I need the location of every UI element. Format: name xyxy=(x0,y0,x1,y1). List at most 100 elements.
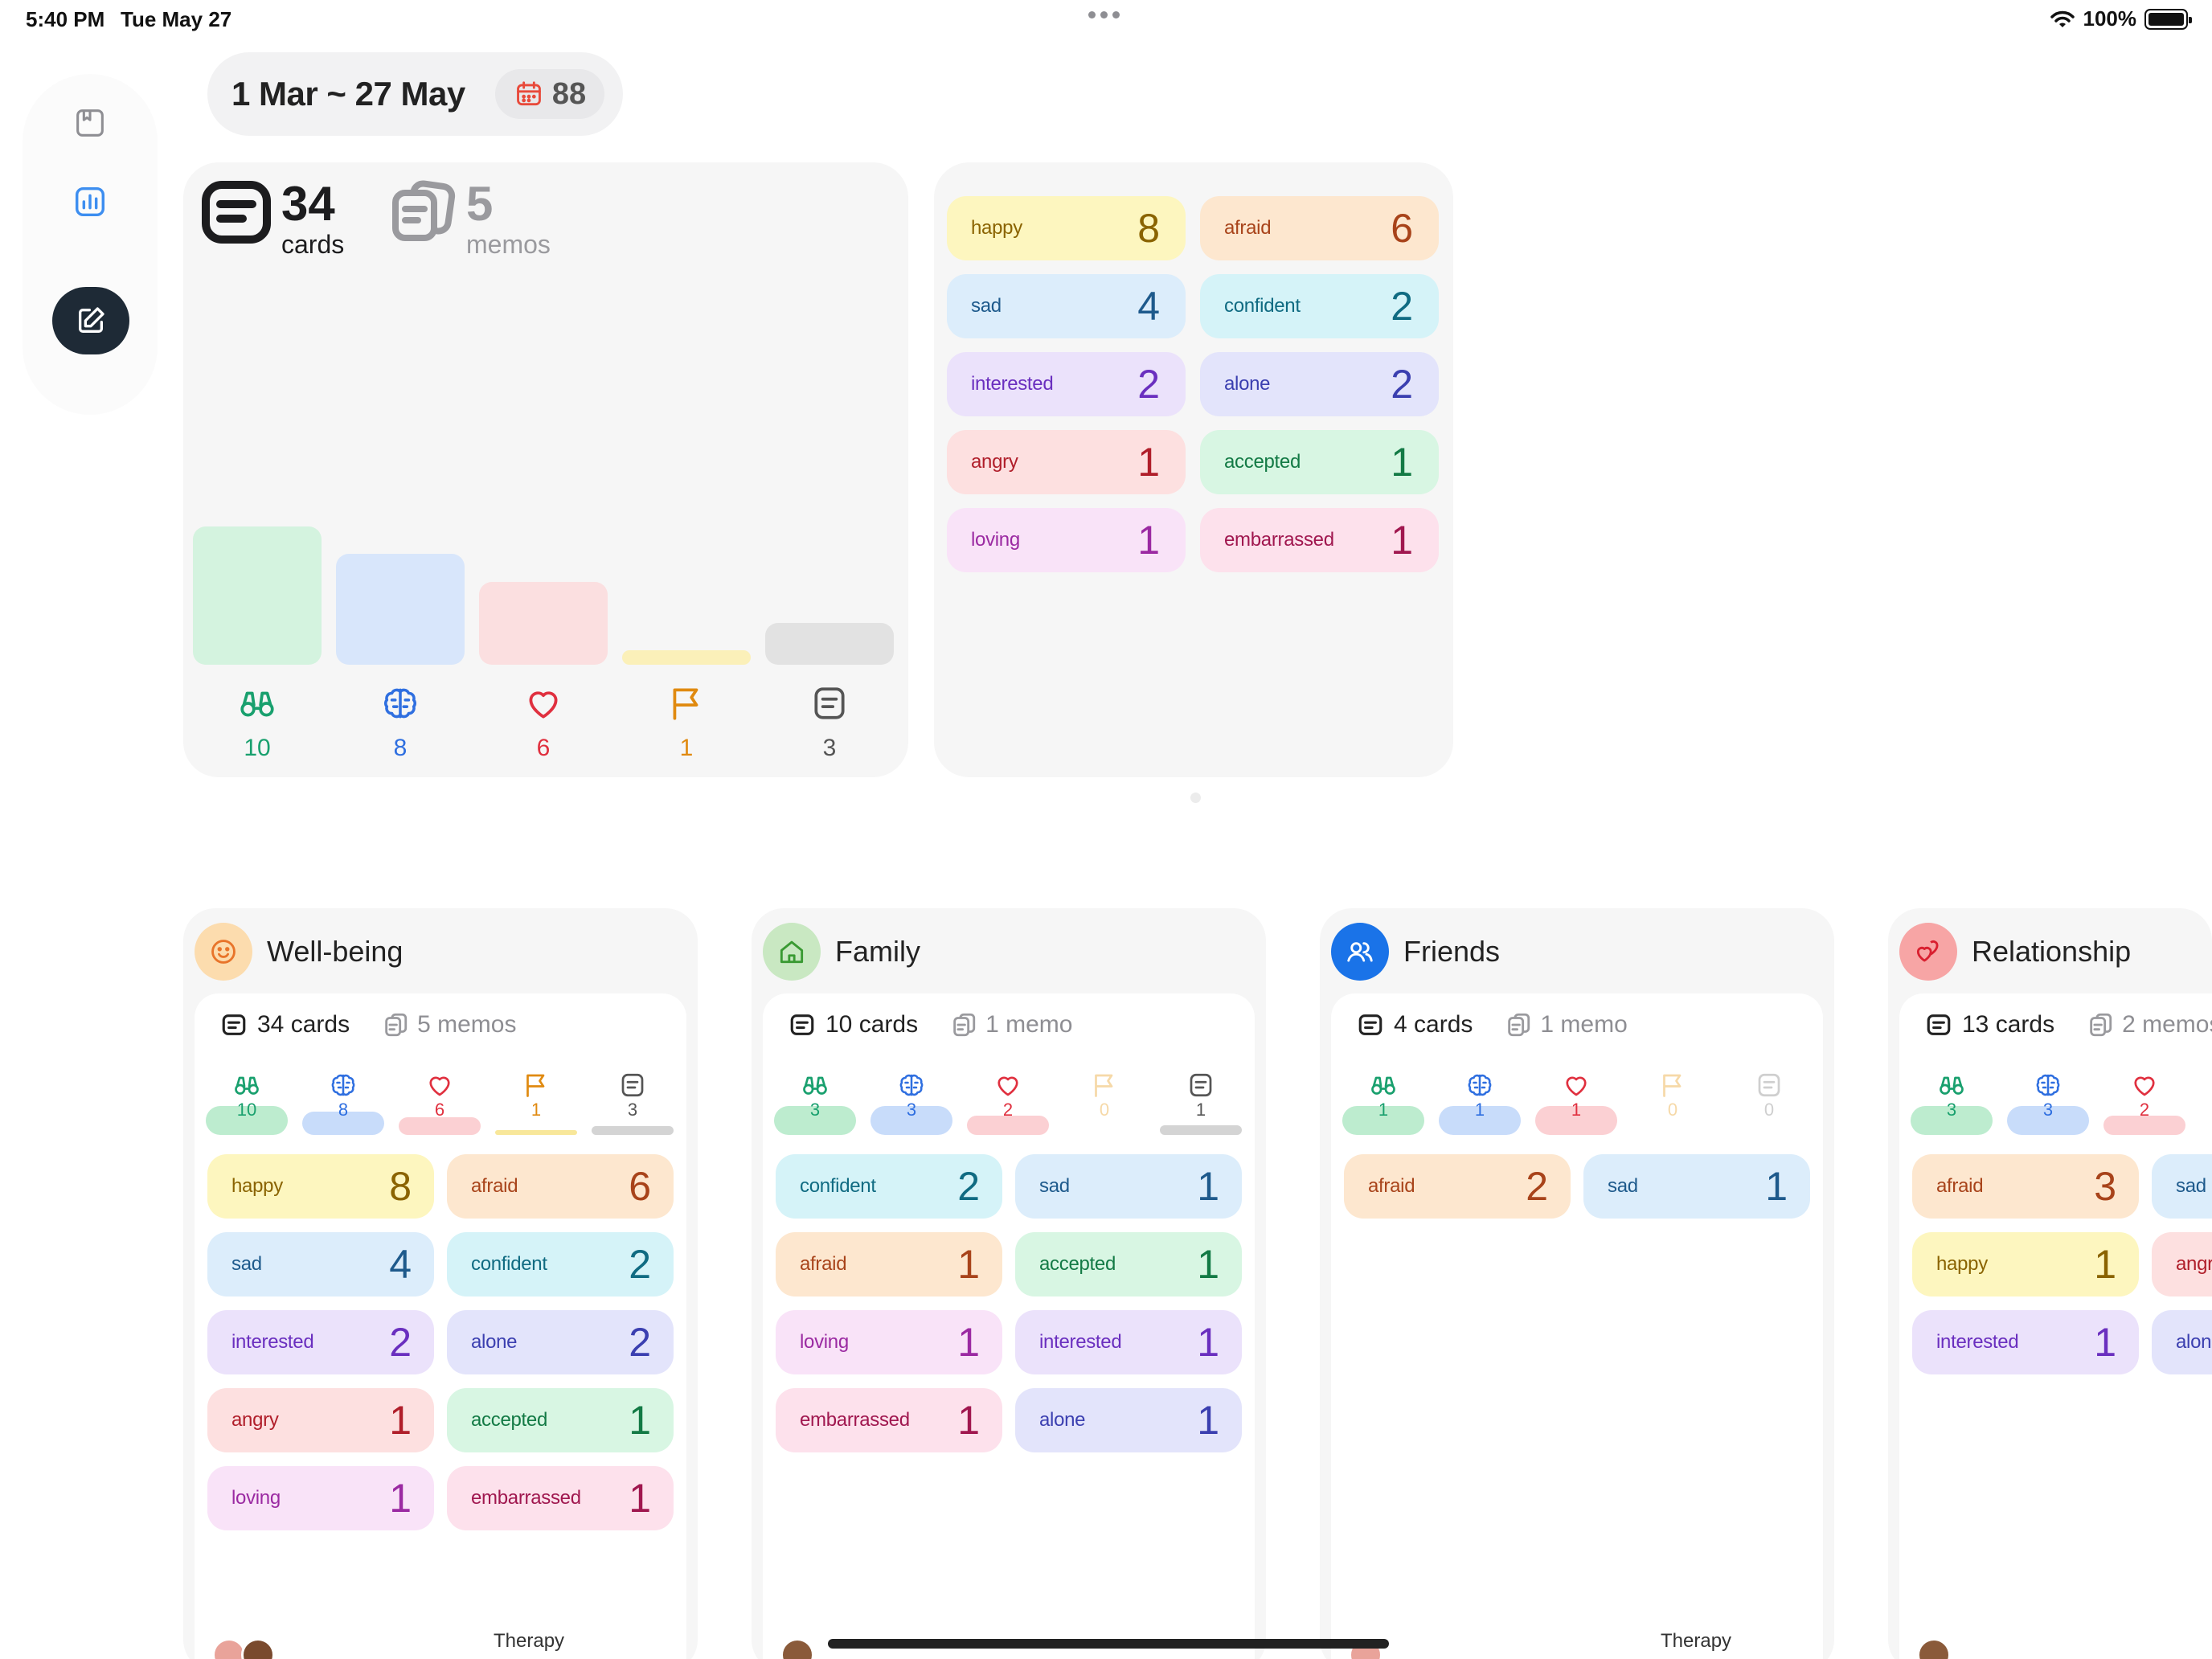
emotion-chip-happy[interactable]: happy 8 xyxy=(947,196,1186,260)
emotion-chip-embarrassed[interactable]: embarrassed 1 xyxy=(447,1466,674,1530)
category-memos-count: 1 memo xyxy=(985,1011,1073,1038)
mini-stat-flag: 0 xyxy=(1063,1071,1145,1135)
emotion-count: 1 xyxy=(389,1476,412,1521)
multitasking-dots-icon[interactable] xyxy=(1088,11,1120,18)
emotion-count: 1 xyxy=(957,1320,980,1365)
emotion-count: 2 xyxy=(1391,362,1413,407)
category-cards-count: 10 cards xyxy=(825,1011,919,1038)
mini-stat-binoculars: 3 xyxy=(774,1071,856,1135)
mini-stat-flag xyxy=(2200,1071,2212,1135)
emotion-label: angry xyxy=(2176,1253,2212,1275)
category-cards-count: 4 cards xyxy=(1394,1011,1473,1038)
emotion-chip-confident[interactable]: confident 2 xyxy=(447,1232,674,1296)
emotion-label: alone xyxy=(471,1331,518,1353)
mini-stat-binoculars: 3 xyxy=(1911,1071,1993,1135)
emotion-chip-happy[interactable]: happy 8 xyxy=(207,1154,434,1219)
emotion-chip-afraid[interactable]: afraid 1 xyxy=(776,1232,1002,1296)
emotion-chip-interested[interactable]: interested 2 xyxy=(207,1310,434,1374)
emotion-label: embarrassed xyxy=(1224,529,1334,551)
bar-rect xyxy=(622,650,751,665)
mini-stat-brain: 3 xyxy=(2007,1071,2089,1135)
emotion-chip-confident[interactable]: confident 2 xyxy=(776,1154,1002,1219)
emotion-chip-loving[interactable]: loving 1 xyxy=(207,1466,434,1530)
emotion-chip-accepted[interactable]: accepted 1 xyxy=(1200,430,1439,494)
emotion-count: 4 xyxy=(389,1242,412,1287)
emotion-count: 8 xyxy=(1137,206,1160,251)
emotion-chip-accepted[interactable]: accepted 1 xyxy=(1015,1232,1242,1296)
mini-bar xyxy=(495,1130,577,1135)
emotion-chip-alone[interactable]: alone 2 xyxy=(1200,352,1439,416)
category-card-relationship[interactable]: Relationship 13 cards 2 memos 3 3 2 afraid 3 sad… xyxy=(1888,908,2212,1659)
emotion-count: 8 xyxy=(389,1164,412,1209)
emotion-chip-accepted[interactable]: accepted 1 xyxy=(447,1388,674,1452)
category-memos-count: 2 memos xyxy=(2122,1011,2212,1038)
emotion-count: 1 xyxy=(2094,1242,2116,1287)
emotion-count: 2 xyxy=(1526,1164,1548,1209)
emotion-chip-confident[interactable]: confident 2 xyxy=(1200,274,1439,338)
emotion-chip-alone[interactable]: alone 2 xyxy=(447,1310,674,1374)
mini-stat-heart: 2 xyxy=(967,1071,1049,1135)
hearts-icon xyxy=(1899,923,1957,981)
rail-stats-button[interactable] xyxy=(72,183,109,220)
emotion-chip-alone[interactable]: alone xyxy=(2152,1310,2212,1374)
emotion-label: sad xyxy=(971,295,1002,317)
card-icon xyxy=(1927,1014,1951,1035)
emotion-chip-angry[interactable]: angry 1 xyxy=(947,430,1186,494)
emotion-chip-sad[interactable]: sad 4 xyxy=(947,274,1186,338)
emotion-chip-sad[interactable]: sad 1 xyxy=(1015,1154,1242,1219)
emotion-chip-interested[interactable]: interested 1 xyxy=(1015,1310,1242,1374)
emotion-chip-interested[interactable]: interested 1 xyxy=(1912,1310,2139,1374)
emotion-count: 2 xyxy=(629,1320,651,1365)
compose-button[interactable] xyxy=(52,287,129,354)
emotion-label: interested xyxy=(971,373,1054,395)
emotion-chip-alone[interactable]: alone 1 xyxy=(1015,1388,1242,1452)
emotion-label: happy xyxy=(231,1175,283,1197)
mini-stat-brain: 1 xyxy=(1439,1071,1521,1135)
emotion-chip-happy[interactable]: happy 1 xyxy=(1912,1232,2139,1296)
emotion-label: confident xyxy=(471,1253,547,1275)
rail-cards-button[interactable] xyxy=(72,104,109,141)
emotion-chip-embarrassed[interactable]: embarrassed 1 xyxy=(1200,508,1439,572)
category-card-well-being[interactable]: Well-being 34 cards 5 memos 10 8 6 1 3 happy 8 afr… xyxy=(183,908,698,1659)
emotion-chip-sad[interactable]: sad 4 xyxy=(207,1232,434,1296)
category-card-family[interactable]: Family 10 cards 1 memo 3 3 2 0 1 confident 2 sad 1 a… xyxy=(752,908,1266,1659)
category-counts: 13 cards 2 memos xyxy=(1925,1011,2212,1038)
emotion-label: angry xyxy=(971,451,1018,473)
emotion-label: embarrassed xyxy=(800,1409,910,1431)
page-indicator-dot xyxy=(1190,793,1201,803)
category-header: Family xyxy=(763,923,920,981)
category-counts: 4 cards 1 memo xyxy=(1357,1011,1628,1038)
status-bar: 5:40 PM Tue May 27 100% xyxy=(0,0,2212,39)
date-range-selector[interactable]: 1 Mar ~ 27 May 88 xyxy=(207,52,623,136)
home-indicator[interactable] xyxy=(828,1639,1389,1649)
emotion-chip-sad[interactable]: sad xyxy=(2152,1154,2212,1219)
emotion-label: confident xyxy=(1224,295,1301,317)
emotion-chip-afraid[interactable]: afraid 6 xyxy=(1200,196,1439,260)
mini-stat-note: 1 xyxy=(1160,1071,1242,1135)
emotion-chip-angry[interactable]: angry xyxy=(2152,1232,2212,1296)
emotion-chip-afraid[interactable]: afraid 3 xyxy=(1912,1154,2139,1219)
mini-stat-binoculars: 10 xyxy=(206,1071,288,1135)
emotion-label: sad xyxy=(1039,1175,1070,1197)
emotion-label: sad xyxy=(2176,1175,2206,1197)
emotion-chip-interested[interactable]: interested 2 xyxy=(947,352,1186,416)
emotion-chip-loving[interactable]: loving 1 xyxy=(776,1310,1002,1374)
date-range-label: 1 Mar ~ 27 May xyxy=(231,75,465,113)
category-card-friends[interactable]: Friends 4 cards 1 memo 1 1 1 0 0 afraid 2 sad 1 Ther… xyxy=(1320,908,1834,1659)
bar-column: 1 xyxy=(622,162,751,777)
emotion-chip-embarrassed[interactable]: embarrassed 1 xyxy=(776,1388,1002,1452)
emotion-chip-loving[interactable]: loving 1 xyxy=(947,508,1186,572)
emotion-chip-afraid[interactable]: afraid 6 xyxy=(447,1154,674,1219)
bar-value: 8 xyxy=(393,735,408,761)
mini-value: 1 xyxy=(1195,1100,1206,1120)
emotion-label: loving xyxy=(971,529,1020,551)
emotion-chip-sad[interactable]: sad 1 xyxy=(1583,1154,1810,1219)
emotion-count: 3 xyxy=(2094,1164,2116,1209)
emotion-chip-angry[interactable]: angry 1 xyxy=(207,1388,434,1452)
mini-bar xyxy=(1160,1125,1242,1135)
emotion-label: happy xyxy=(971,217,1022,239)
emotion-chip-afraid[interactable]: afraid 2 xyxy=(1344,1154,1571,1219)
emotion-count: 1 xyxy=(2094,1320,2116,1365)
home-icon xyxy=(763,923,821,981)
category-header: Relationship xyxy=(1899,923,2131,981)
